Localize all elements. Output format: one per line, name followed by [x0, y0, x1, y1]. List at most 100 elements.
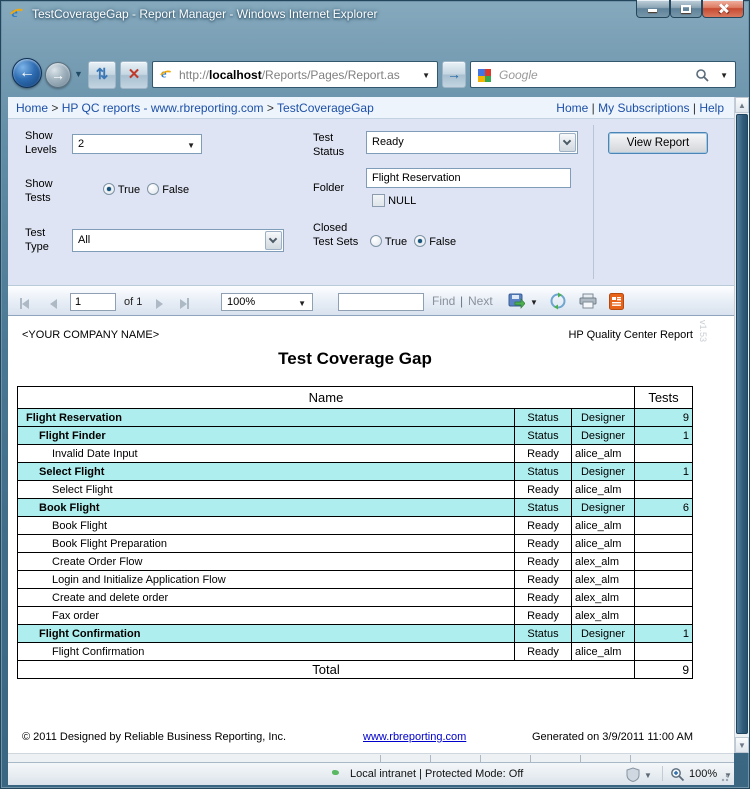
breadcrumb-report-link[interactable]: TestCoverageGap — [277, 101, 374, 115]
view-report-button[interactable]: View Report — [608, 132, 708, 154]
report-export-icon[interactable] — [609, 293, 624, 310]
chevron-down-icon: ▼ — [187, 141, 195, 150]
folder-null-option: NULL — [372, 194, 416, 207]
previous-page-button[interactable] — [50, 296, 57, 314]
vertical-scrollbar[interactable]: ▲ ▼ — [734, 97, 749, 753]
title-bar: e TestCoverageGap - Report Manager - Win… — [0, 0, 750, 28]
browser-window: e TestCoverageGap - Report Manager - Win… — [0, 0, 750, 789]
home-link[interactable]: Home — [556, 101, 588, 115]
tab-bar: ★ e TestCoverageGap - Report Manager — [0, 64, 750, 161]
group-row: Book Flight Status Designer 6 — [17, 498, 693, 517]
quick-links: Home | My Subscriptions | Help — [556, 101, 724, 115]
show-tests-true-radio[interactable] — [103, 183, 115, 195]
name-column-header: Name — [17, 386, 635, 409]
security-zone-text: Local intranet | Protected Mode: Off — [350, 768, 524, 780]
tests-column-header: Tests — [634, 386, 693, 409]
test-type-combo[interactable]: All — [72, 229, 284, 252]
footer-link[interactable]: www.rbreporting.com — [363, 731, 466, 743]
report-header-right: HP Quality Center Report — [568, 329, 693, 341]
next-page-button[interactable] — [156, 296, 163, 314]
total-label: Total — [17, 660, 635, 679]
help-link[interactable]: Help — [699, 101, 724, 115]
navigation-bar: ← → ▼ ⇅ ✕ e http://localhost/Reports/Pag… — [0, 28, 750, 89]
my-subscriptions-link[interactable]: My Subscriptions — [598, 101, 689, 115]
refresh-icon[interactable] — [549, 292, 567, 310]
status-bar: Local intranet | Protected Mode: Off ▼ 1… — [8, 762, 734, 785]
group-row: Select Flight Status Designer 1 — [17, 462, 693, 481]
next-link[interactable]: Next — [468, 294, 493, 308]
breadcrumb-folder-link[interactable]: HP QC reports - www.rbreporting.com — [62, 101, 264, 115]
closed-false-radio[interactable] — [414, 235, 427, 247]
total-row: Total 9 — [17, 660, 693, 679]
test-row: Fax order Ready alex_alm — [17, 606, 693, 625]
closed-test-sets-label: Closed Test Sets — [313, 222, 359, 249]
test-status-combo[interactable]: Ready — [366, 131, 578, 154]
test-row: Book Flight Preparation Ready alice_alm — [17, 534, 693, 553]
total-value: 9 — [634, 660, 693, 679]
show-levels-label: Show Levels — [25, 130, 57, 157]
window-title: TestCoverageGap - Report Manager - Windo… — [32, 7, 378, 21]
test-row: Create and delete order Ready alex_alm — [17, 588, 693, 607]
chevron-down-icon[interactable] — [265, 231, 282, 250]
show-tests-radio-group: True False — [103, 183, 189, 196]
zoom-icon[interactable] — [670, 767, 685, 782]
folder-input[interactable]: Flight Reservation — [366, 168, 571, 188]
test-row: Invalid Date Input Ready alice_alm — [17, 444, 693, 463]
print-icon[interactable] — [579, 293, 597, 309]
show-tests-false-radio[interactable] — [147, 183, 160, 195]
group-row: Flight Confirmation Status Designer 1 — [17, 624, 693, 643]
minimize-button[interactable] — [636, 0, 670, 18]
report-version: v1.53 — [698, 320, 708, 343]
closed-true-radio[interactable] — [370, 235, 382, 247]
browser-zoom-level: 100% — [689, 768, 718, 780]
maximize-button[interactable] — [670, 0, 702, 18]
scroll-up-icon[interactable]: ▲ — [735, 97, 749, 113]
close-icon — [718, 2, 729, 13]
export-icon[interactable] — [508, 293, 525, 310]
show-tests-label: Show Tests — [25, 178, 53, 205]
company-name: <YOUR COMPANY NAME> — [22, 329, 160, 341]
show-levels-select[interactable]: 2 ▼ — [72, 134, 202, 154]
resize-grip[interactable] — [721, 772, 731, 782]
maximize-icon — [681, 5, 691, 13]
page-number-input[interactable] — [70, 293, 116, 311]
report-table-body: Flight Reservation Status Designer 9 Flight … — [17, 408, 693, 661]
footer-generated: Generated on 3/9/2011 11:00 AM — [531, 731, 693, 743]
zoom-select[interactable]: 100% ▼ — [221, 293, 313, 311]
report-parameters: Show Levels 2 ▼ Show Tests True False Te… — [8, 119, 734, 285]
export-dropdown-icon[interactable]: ▼ — [530, 298, 538, 307]
null-checkbox[interactable] — [372, 194, 385, 207]
test-row: Select Flight Ready alice_alm — [17, 480, 693, 499]
chevron-down-icon: ▼ — [298, 299, 306, 308]
test-row: Create Order Flow Ready alex_alm — [17, 552, 693, 571]
filter-dropdown-icon[interactable]: ▼ — [644, 771, 652, 780]
report-viewer-toolbar: of 1 100% ▼ Find | Next ▼ — [8, 285, 734, 316]
scroll-down-icon[interactable]: ▼ — [735, 737, 749, 753]
test-type-label: Test Type — [25, 227, 49, 254]
breadcrumb-bar: Home > HP QC reports - www.rbreporting.c… — [8, 97, 734, 119]
close-button[interactable] — [702, 0, 744, 18]
find-input[interactable] — [338, 293, 424, 311]
test-row: Book Flight Ready alice_alm — [17, 516, 693, 535]
shield-icon[interactable] — [626, 767, 640, 782]
group-row: Flight Reservation Status Designer 9 — [17, 408, 693, 427]
test-row: Login and Initialize Application Flow Rea… — [17, 570, 693, 589]
form-divider — [593, 125, 594, 279]
ie-logo-icon: e — [9, 5, 25, 22]
coverage-table: Name Tests Flight Reservation Status Desig… — [17, 386, 693, 679]
first-page-button[interactable] — [20, 296, 29, 314]
folder-label: Folder — [313, 182, 345, 194]
report-page: <YOUR COMPANY NAME> HP Quality Center Re… — [8, 316, 734, 753]
find-link[interactable]: Find — [432, 294, 455, 308]
table-header-row: Name Tests — [17, 386, 693, 409]
breadcrumb-home-link[interactable]: Home — [16, 101, 48, 115]
scrollbar-thumb[interactable] — [736, 114, 748, 734]
chevron-down-icon[interactable] — [559, 133, 576, 152]
closed-test-sets-radio-group: True False — [370, 235, 456, 248]
last-page-button[interactable] — [180, 296, 189, 314]
footer-copyright: © 2011 Designed by Reliable Business Rep… — [22, 731, 287, 743]
test-status-label: Test Status — [313, 132, 345, 159]
page-count-label: of 1 — [124, 296, 143, 308]
minimize-icon — [648, 9, 657, 12]
report-title: Test Coverage Gap — [278, 349, 432, 368]
